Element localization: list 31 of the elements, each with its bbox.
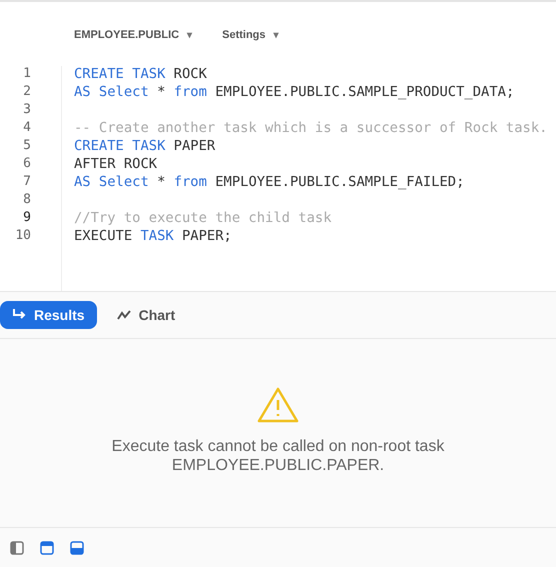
line-number: 4 [22, 120, 32, 137]
top-panel-toggle-icon[interactable] [40, 540, 54, 554]
code-line: EXECUTE TASK PAPER; [74, 228, 233, 246]
code-line: AS Select * from EMPLOYEE.PUBLIC.SAMPLE_PRODUCT_DATA; [74, 84, 516, 102]
line-number: 1 [22, 66, 32, 83]
sidebar-panel-toggle-icon[interactable] [10, 540, 24, 554]
code-line: AS Select * from EMPLOYEE.PUBLIC.SAMPLE_FAILED; [74, 174, 466, 192]
dropdown-button[interactable]: Settings ▾ [222, 22, 279, 48]
line-number: 3 [22, 102, 32, 119]
line-chart-icon [116, 310, 131, 320]
line-number: 2 [22, 84, 32, 101]
line-number: 9 [22, 210, 32, 227]
dropdown-button[interactable]: EMPLOYEE.PUBLIC ▾ [74, 22, 192, 48]
line-number: 7 [22, 174, 32, 191]
caret-icon: ▾ [187, 29, 192, 41]
bottom-panel-toggle-icon[interactable] [70, 540, 84, 554]
result-tab[interactable]: Results [0, 301, 97, 329]
warning-icon [257, 387, 299, 423]
caret-icon: ▾ [274, 29, 279, 41]
error-message: Execute task cannot be called on non-root task EMPLOYEE.PUBLIC.PAPER. [112, 437, 444, 475]
result-tab[interactable]: Chart [104, 301, 188, 329]
return-arrow-icon [12, 309, 26, 321]
code-line: -- Create another task which is a successor of Rock task. [74, 120, 548, 138]
line-number: 5 [22, 138, 32, 155]
line-number: 8 [22, 192, 32, 209]
code-line: CREATE TASK PAPER [74, 138, 216, 156]
line-number: 6 [22, 156, 32, 173]
code-line: //Try to execute the child task [74, 210, 332, 228]
code-line: AFTER ROCK [74, 156, 158, 174]
line-number: 10 [14, 228, 32, 245]
code-line: CREATE TASK ROCK [74, 66, 208, 84]
